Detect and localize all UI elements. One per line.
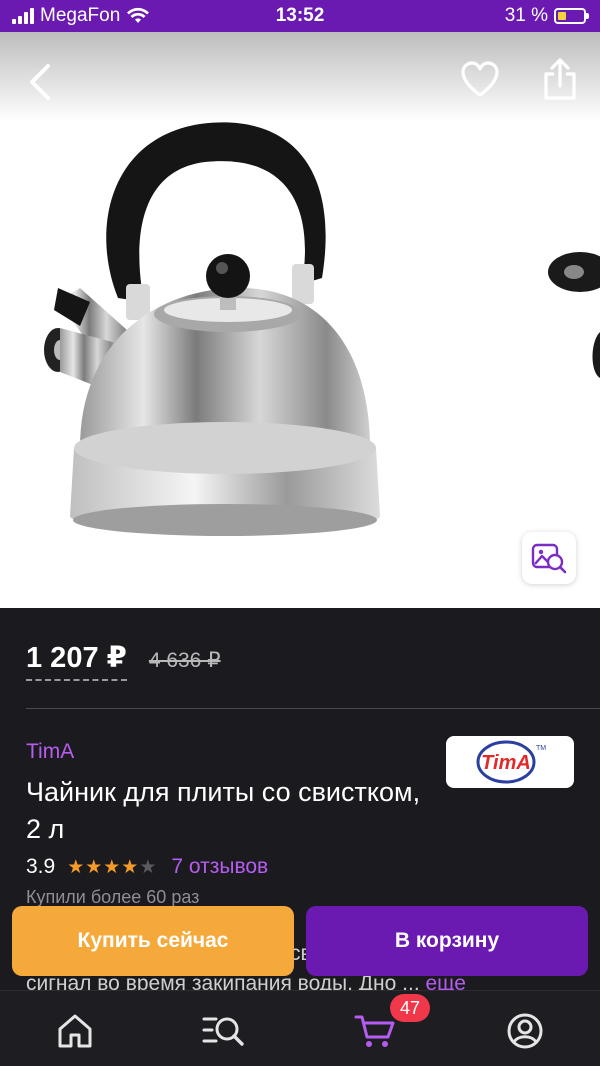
product-image-kettle — [44, 122, 380, 536]
brand-logo[interactable]: TimA TM — [446, 736, 574, 788]
battery-percent: 31 % — [504, 5, 548, 26]
tab-cart[interactable] — [353, 1009, 397, 1053]
cart-count-badge: 47 — [390, 994, 430, 1022]
battery-icon — [554, 8, 589, 24]
brand-logo-image: TimA TM — [476, 740, 546, 784]
tab-profile[interactable] — [503, 1009, 547, 1053]
divider — [26, 708, 600, 709]
status-bar: MegaFon 13:52 31 % — [0, 0, 600, 32]
tab-home[interactable] — [53, 1009, 97, 1053]
reviews-link[interactable]: 7 отзывов — [171, 855, 268, 879]
current-price[interactable]: 1 207 ₽ — [26, 640, 127, 681]
catalog-search-icon — [202, 1017, 244, 1046]
image-search-button[interactable] — [522, 532, 576, 584]
product-gallery[interactable] — [0, 32, 600, 608]
brand-link[interactable]: TimA — [26, 740, 74, 764]
profile-icon — [507, 1013, 543, 1049]
back-arrow-icon[interactable] — [24, 62, 58, 102]
tab-catalog-search[interactable] — [202, 1009, 246, 1053]
add-to-cart-button[interactable]: В корзину — [306, 906, 588, 976]
star-rating-icon: ★★★★★ — [67, 856, 158, 878]
image-search-icon — [531, 543, 567, 574]
cart-icon — [354, 1015, 395, 1047]
favorite-heart-icon[interactable] — [460, 60, 500, 100]
buy-now-button[interactable]: Купить сейчас — [12, 906, 294, 976]
tab-bar — [0, 990, 600, 1066]
share-icon[interactable] — [542, 58, 578, 102]
purchase-count: Купили более 60 раз — [26, 887, 200, 907]
product-title: Чайник для плиты со свистком, 2 л — [26, 777, 421, 844]
home-icon — [58, 1014, 92, 1048]
price-row: 1 207 ₽ 4 636 ₽ — [26, 640, 221, 681]
rating-value: 3.9 — [26, 855, 56, 878]
brand-logo-text: TimA — [481, 752, 531, 774]
old-price: 4 636 ₽ — [148, 649, 221, 672]
brand-logo-tm: TM — [536, 745, 546, 752]
rating-row[interactable]: 3.9 ★★★★★ 7 отзывов — [26, 855, 268, 879]
status-right: 31 % — [504, 5, 589, 27]
next-image-preview — [548, 252, 600, 378]
